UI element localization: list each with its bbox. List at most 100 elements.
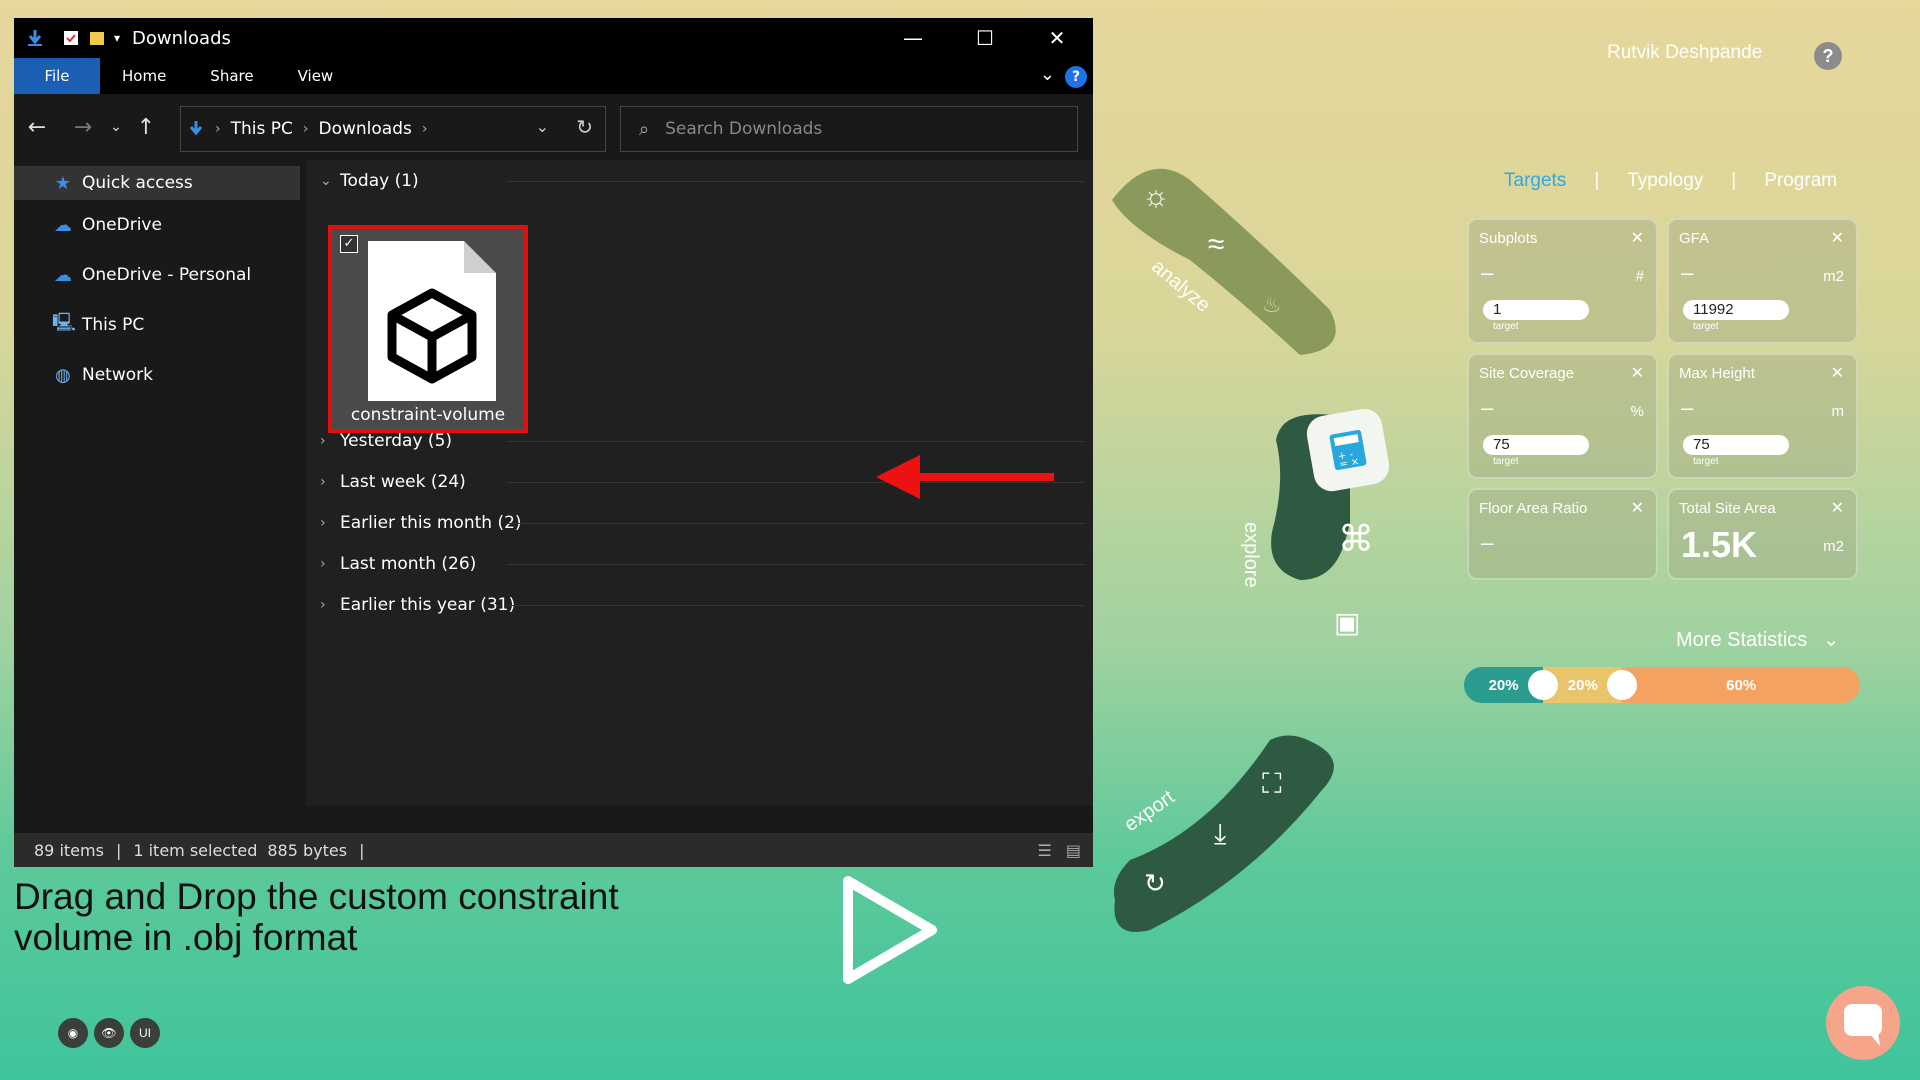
card-total-site-area: Total Site Area ✕ 1.5K m2: [1667, 488, 1858, 580]
ui-label: UI: [139, 1026, 151, 1040]
sidebar-item-network[interactable]: ◍ Network: [14, 350, 300, 400]
ui-toggle-button[interactable]: UI: [130, 1018, 160, 1048]
file-item-constraint-volume[interactable]: ✓ constraint-volume: [328, 225, 528, 433]
tab-share[interactable]: Share: [188, 58, 275, 94]
sidebar-item-label: OneDrive - Personal: [82, 265, 252, 285]
close-icon[interactable]: ✕: [1831, 498, 1844, 518]
grid-apps-icon[interactable]: ⌘: [1338, 518, 1374, 560]
minimize-button[interactable]: —: [877, 18, 949, 58]
target-label: target: [1693, 456, 1719, 467]
visibility-button[interactable]: 👁: [94, 1018, 124, 1048]
sidebar-item-this-pc[interactable]: 🖳 This PC: [14, 300, 300, 350]
play-icon[interactable]: [840, 875, 940, 985]
help-icon[interactable]: ?: [1814, 42, 1842, 70]
sidebar-item-label: Quick access: [82, 173, 193, 193]
tab-home[interactable]: Home: [100, 58, 188, 94]
download-icon[interactable]: ⤓: [1214, 818, 1226, 851]
card-label: Max Height: [1679, 365, 1755, 382]
sidebar-item-quick-access[interactable]: ★ Quick access: [14, 166, 300, 200]
user-name[interactable]: Rutvik Deshpande: [1607, 42, 1762, 64]
file-list: ⌄ Today (1) ✓ constraint-volume › Yesterd…: [306, 160, 1093, 806]
program-split-slider[interactable]: 20% 20% 60%: [1464, 667, 1860, 703]
sidebar-item-label: Network: [82, 365, 153, 385]
download-arrow-icon: [28, 30, 42, 46]
card-max-height: Max Height ✕ – m 75 target: [1667, 353, 1858, 479]
close-icon[interactable]: ✕: [1631, 363, 1644, 383]
status-separator: |: [115, 840, 122, 860]
help-button[interactable]: ?: [1065, 66, 1087, 88]
target-input[interactable]: 75: [1683, 435, 1789, 455]
camera-button[interactable]: ◉: [58, 1018, 88, 1048]
split-segment: 60%: [1622, 667, 1860, 703]
calculator-icon: + -= ×: [1329, 429, 1367, 471]
target-input[interactable]: 75: [1483, 435, 1589, 455]
forward-arrow-icon[interactable]: →: [60, 115, 106, 140]
breadcrumb-this-pc[interactable]: This PC: [231, 119, 293, 139]
maximize-button[interactable]: ☐: [949, 18, 1021, 58]
new-folder-icon[interactable]: [88, 29, 106, 47]
tab-typology[interactable]: Typology: [1627, 170, 1703, 192]
close-icon[interactable]: ✕: [1831, 228, 1844, 248]
close-icon[interactable]: ✕: [1631, 498, 1644, 518]
group-label: Last week (24): [340, 471, 466, 492]
item-checkbox[interactable]: ✓: [340, 235, 358, 253]
tab-file[interactable]: File: [14, 58, 100, 94]
expand-ribbon-icon[interactable]: ⌄: [1040, 64, 1055, 85]
chat-bubble-icon: [1844, 1004, 1882, 1046]
details-view-icon[interactable]: ☰: [1038, 841, 1052, 860]
close-button[interactable]: ✕: [1021, 18, 1093, 58]
address-dropdown-icon[interactable]: ⌄: [536, 117, 549, 136]
up-arrow-icon[interactable]: ↑: [126, 115, 166, 140]
target-input[interactable]: 1: [1483, 300, 1589, 320]
properties-icon[interactable]: [62, 29, 80, 47]
wheel-label-explore: explore: [1240, 522, 1262, 588]
address-bar[interactable]: › This PC › Downloads › ⌄ ↻: [180, 106, 606, 152]
breadcrumb-downloads[interactable]: Downloads: [318, 119, 411, 139]
sidebar-item-onedrive-personal[interactable]: ☁ OneDrive - Personal: [14, 250, 300, 300]
close-icon[interactable]: ✕: [1831, 363, 1844, 383]
large-icons-view-icon[interactable]: ▤: [1066, 841, 1081, 860]
sidebar-item-onedrive[interactable]: ☁ OneDrive: [14, 200, 300, 250]
refresh-icon[interactable]: ↻: [576, 115, 593, 139]
group-today[interactable]: ⌄ Today (1): [306, 160, 1093, 201]
fullscreen-icon[interactable]: ⛶: [1262, 768, 1282, 801]
back-arrow-icon[interactable]: ←: [14, 115, 60, 140]
slider-handle[interactable]: [1528, 670, 1559, 700]
target-input[interactable]: 11992: [1683, 300, 1789, 320]
group-earlier-this-month[interactable]: › Earlier this month (2): [306, 502, 1093, 543]
tab-targets[interactable]: Targets: [1504, 170, 1566, 192]
expand-chevron-icon: ›: [320, 555, 326, 572]
save-icon[interactable]: ▣: [1334, 606, 1360, 639]
group-earlier-this-year[interactable]: › Earlier this year (31): [306, 584, 1093, 625]
computer-icon: 🖳: [52, 312, 77, 333]
search-icon: ⌕: [639, 118, 650, 140]
search-input[interactable]: ⌕ Search Downloads: [620, 106, 1078, 152]
tab-program[interactable]: Program: [1764, 170, 1837, 192]
group-label: Yesterday (5): [340, 430, 453, 451]
heat-icon[interactable]: ♨: [1262, 292, 1282, 318]
target-label: target: [1693, 321, 1719, 332]
calculator-button[interactable]: + - = ×: [1303, 405, 1393, 495]
group-last-month[interactable]: › Last month (26): [306, 543, 1093, 584]
close-icon[interactable]: ✕: [1631, 228, 1644, 248]
red-arrow-icon: [876, 455, 1054, 499]
quick-access-dropdown-icon[interactable]: ▾: [114, 31, 120, 45]
3d-cube-icon: [387, 288, 477, 384]
wind-icon[interactable]: ≈: [1208, 228, 1224, 262]
card-floor-area-ratio: Floor Area Ratio ✕ –: [1467, 488, 1658, 580]
card-value: –: [1481, 530, 1494, 555]
card-subplots: Subplots ✕ – # 1 target: [1467, 218, 1658, 344]
reload-icon[interactable]: ↻: [1144, 868, 1166, 899]
tab-view[interactable]: View: [276, 58, 356, 94]
recent-locations-icon[interactable]: ⌄: [106, 119, 126, 135]
card-label: Floor Area Ratio: [1479, 500, 1588, 517]
camera-icon: ◉: [67, 1026, 79, 1040]
card-value: –: [1681, 395, 1694, 420]
group-label: Last month (26): [340, 553, 477, 574]
more-statistics-toggle[interactable]: More Statistics ⌄: [1676, 627, 1839, 652]
cloud-icon: ☁: [54, 264, 72, 286]
chat-button[interactable]: [1826, 986, 1900, 1060]
sun-icon[interactable]: ☼: [1142, 180, 1170, 214]
cloud-icon: ☁: [54, 214, 72, 236]
collapse-chevron-icon: ⌄: [320, 172, 332, 189]
